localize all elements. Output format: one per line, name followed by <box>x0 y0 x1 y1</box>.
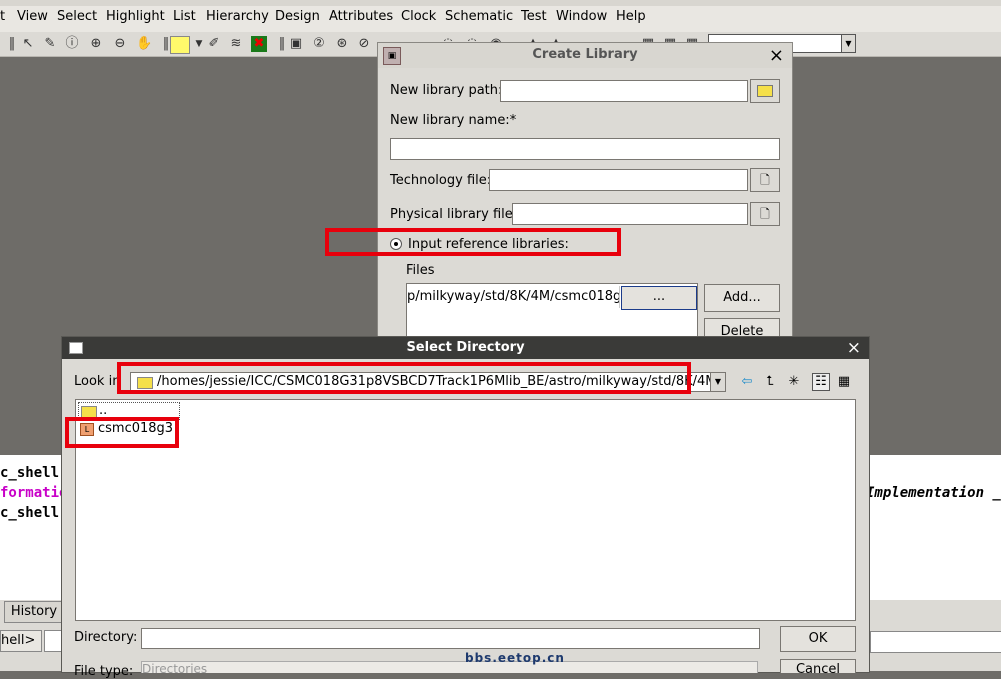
technology-file-label: Technology file: <box>390 173 492 188</box>
chevron-down-icon[interactable]: ▼ <box>710 373 725 391</box>
pointer-icon[interactable]: ↖ <box>20 36 36 52</box>
folder-up-icon[interactable]: ⮤ <box>762 374 778 390</box>
add-button[interactable]: Add... <box>704 284 780 312</box>
tool-icon[interactable]: ⊛ <box>334 36 350 52</box>
dialog-title: Create Library <box>378 43 792 68</box>
menu-item-clock[interactable]: Clock <box>401 9 436 24</box>
directory-input[interactable] <box>141 628 760 649</box>
window-icon <box>69 342 83 354</box>
highlight-box <box>117 362 691 394</box>
close-icon[interactable]: × <box>847 338 861 358</box>
new-library-path-input[interactable] <box>500 80 748 102</box>
file-browse-icon[interactable]: 🗋 <box>750 168 780 192</box>
tool-icon[interactable]: ⊘ <box>356 36 372 52</box>
line-style-icon[interactable]: ≋ <box>228 36 244 52</box>
console-line: Implementation _ <box>866 485 1001 501</box>
detail-view-icon[interactable]: ▦ <box>836 374 852 390</box>
directory-label: Directory: <box>74 630 138 645</box>
info-icon[interactable]: ⓘ <box>64 36 80 52</box>
create-library-dialog: Create Library ▣ × New library path: New… <box>377 42 793 342</box>
close-icon[interactable]: × <box>769 45 784 66</box>
grip-icon: ‖ <box>8 36 16 51</box>
pan-hand-icon[interactable]: ✋ <box>136 36 152 52</box>
new-library-name-input[interactable] <box>390 138 780 160</box>
technology-file-input[interactable] <box>489 169 748 191</box>
menu-item-window[interactable]: Window <box>556 9 607 24</box>
clear-highlight-icon[interactable]: ✖ <box>251 36 267 52</box>
menu-item-list[interactable]: List <box>173 9 196 24</box>
tool-icon[interactable]: ▣ <box>288 36 304 52</box>
browse-button[interactable]: ... <box>621 286 697 310</box>
menu-item-help[interactable]: Help <box>616 9 646 24</box>
ok-button[interactable]: OK <box>780 626 856 652</box>
zoom-out-icon[interactable]: ⊖ <box>112 36 128 52</box>
shell-prompt-label: hell> <box>0 630 42 652</box>
window-title-strip <box>0 0 1001 6</box>
color-swatch-icon[interactable] <box>170 36 190 54</box>
menu-item-design[interactable]: Design <box>275 9 320 24</box>
dialog-title: Select Directory <box>62 337 869 359</box>
tool-icon[interactable]: ② <box>311 36 327 52</box>
menu-item-highlight[interactable]: Highlight <box>106 9 165 24</box>
files-label: Files <box>406 263 435 278</box>
pen-icon[interactable]: ✐ <box>206 36 222 52</box>
console-line: c_shell <box>0 505 60 521</box>
zoom-in-icon[interactable]: ⊕ <box>88 36 104 52</box>
look-in-label: Look in <box>74 374 121 389</box>
console-line: c_shell <box>0 465 60 481</box>
list-view-icon[interactable]: ☷ <box>812 373 830 391</box>
file-browse-icon[interactable]: 🗋 <box>750 202 780 226</box>
menu-item-file[interactable]: t <box>0 9 5 24</box>
menu-item-attributes[interactable]: Attributes <box>329 9 393 24</box>
chevron-down-icon[interactable]: ▼ <box>191 36 207 52</box>
files-list[interactable]: p/milkyway/std/8K/4M/csmc018g3 ... <box>406 283 698 340</box>
new-folder-icon[interactable]: ✳ <box>786 374 802 390</box>
new-library-path-label: New library path: <box>390 83 503 98</box>
file-type-combobox[interactable]: Directories <box>141 661 758 673</box>
file-entry-input[interactable]: p/milkyway/std/8K/4M/csmc018g3 <box>407 286 620 308</box>
menu-item-hierarchy[interactable]: Hierarchy <box>206 9 269 24</box>
highlight-box <box>325 228 621 256</box>
menu-item-schematic[interactable]: Schematic <box>445 9 513 24</box>
folder-browse-icon[interactable] <box>750 79 780 103</box>
physical-library-file-input[interactable] <box>512 203 748 225</box>
menu-item-test[interactable]: Test <box>521 9 547 24</box>
watermark-text: bbs.eetop.cn <box>465 651 565 665</box>
chevron-down-icon[interactable]: ▼ <box>841 35 855 52</box>
menu-bar: t View Select Highlight List Hierarchy D… <box>0 0 1001 32</box>
pencil-icon[interactable]: ✎ <box>42 36 58 52</box>
menu-item-view[interactable]: View <box>17 9 48 24</box>
file-list[interactable]: .. L csmc018g3 <box>75 399 856 621</box>
command-input[interactable] <box>870 631 1001 653</box>
back-arrow-icon[interactable]: ⇦ <box>739 374 755 390</box>
list-item-label: .. <box>99 403 108 418</box>
console-line: formatio <box>0 485 68 501</box>
highlight-box <box>65 417 179 448</box>
tab-history[interactable]: History <box>4 601 64 623</box>
physical-library-file-label: Physical library file: <box>390 207 518 222</box>
new-library-name-label: New library name:* <box>390 113 517 128</box>
file-type-label: File type: <box>74 664 134 679</box>
app-icon: ▣ <box>383 47 401 65</box>
menu-item-select[interactable]: Select <box>57 9 97 24</box>
